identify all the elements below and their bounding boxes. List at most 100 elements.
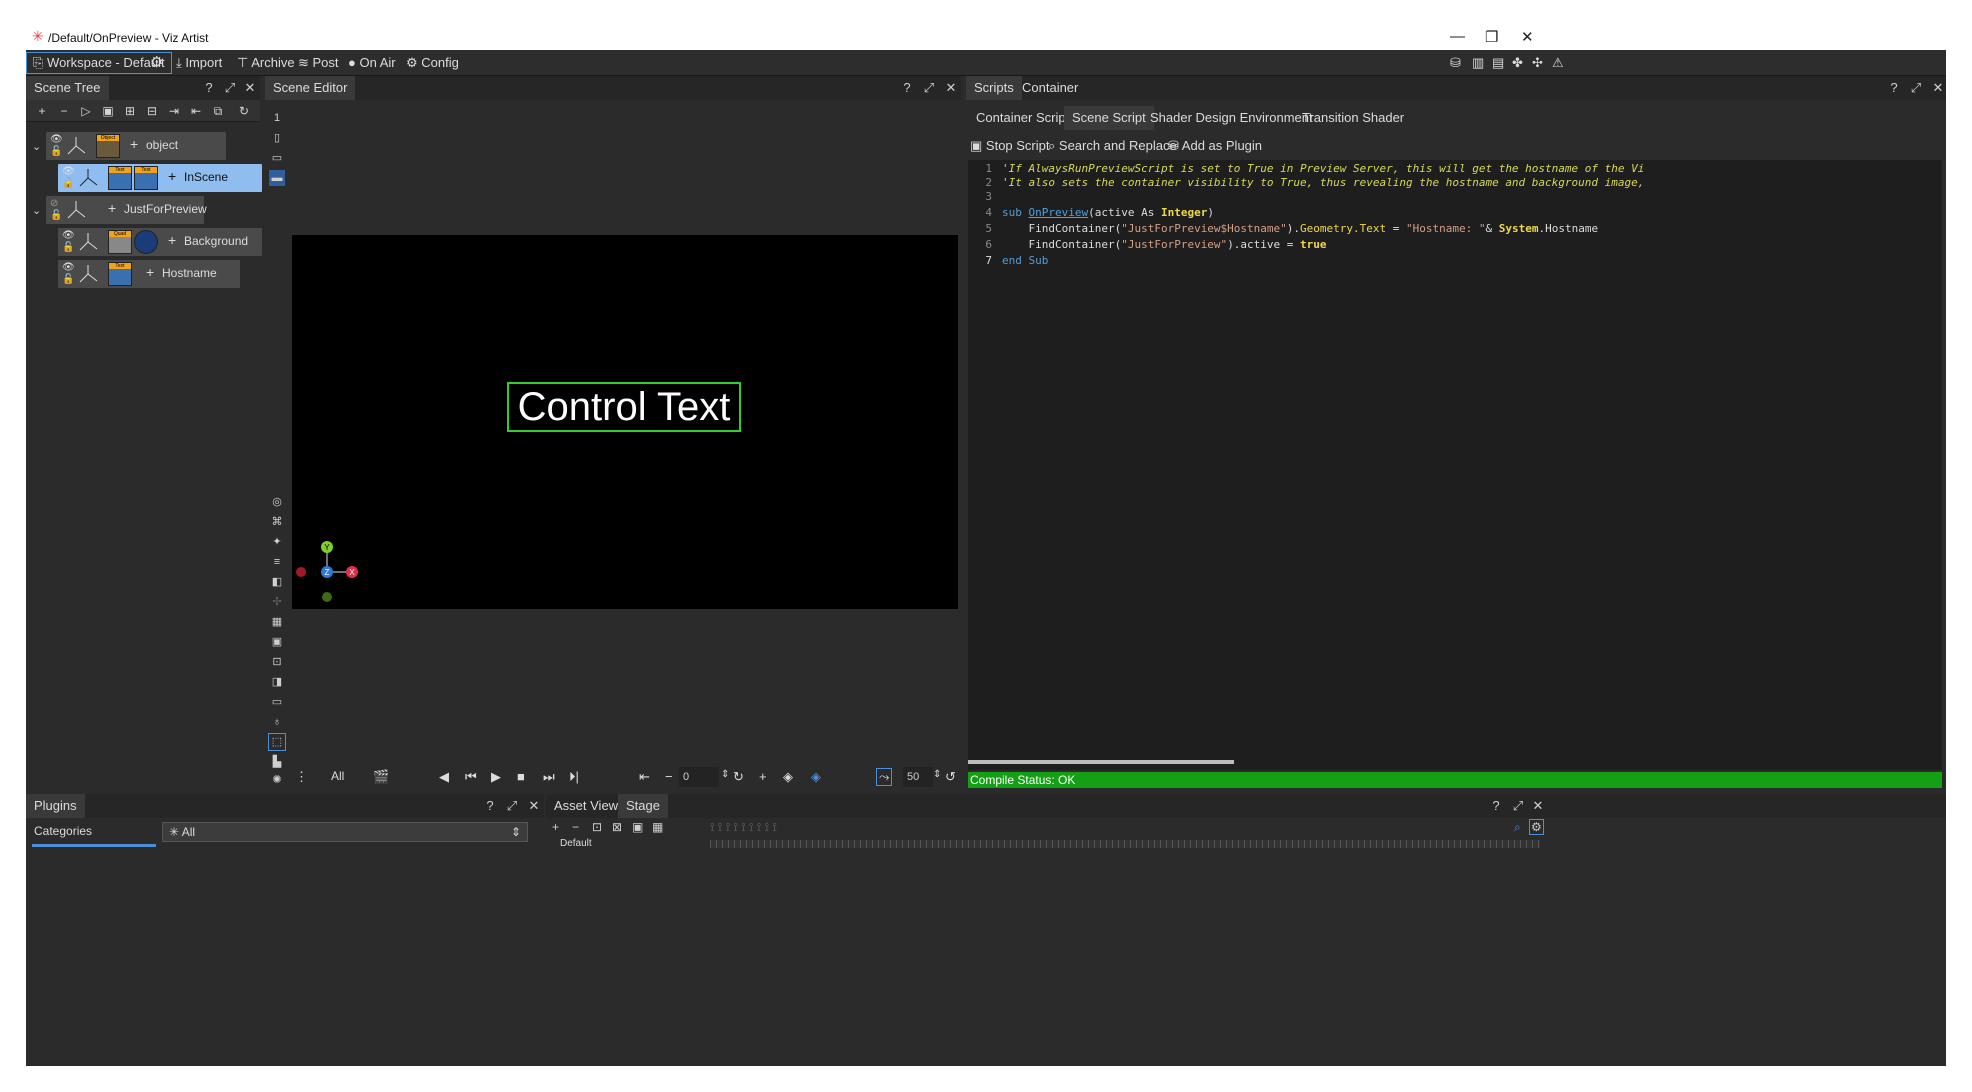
lock-icon[interactable]: 🔓 — [62, 178, 74, 189]
render-viewport[interactable]: Control Text Y Z X — [292, 235, 958, 609]
plus-icon[interactable]: + — [168, 168, 176, 184]
tab-asset-view[interactable]: Asset View — [546, 794, 626, 818]
tree-node-object[interactable]: 👁 🔓 Object + object — [46, 132, 226, 160]
maximize-icon[interactable]: ⤢ — [921, 80, 937, 96]
viewport-control-text[interactable]: Control Text — [507, 382, 741, 432]
gear-settings-icon[interactable]: ⚙ — [150, 54, 163, 72]
spin-icon[interactable]: ⇕ — [721, 769, 729, 780]
subtab-transition-shader[interactable]: Transition Shader — [1294, 106, 1412, 130]
tab-stage[interactable]: Stage — [618, 794, 668, 818]
light-icon[interactable]: ✦ — [269, 534, 285, 550]
close-panel-icon[interactable]: ✕ — [1930, 80, 1946, 96]
close-panel-icon[interactable]: ✕ — [242, 80, 258, 96]
menu-archive[interactable]: ⊤ Archive — [237, 54, 295, 72]
media-icon[interactable]: ▤ — [1492, 54, 1504, 72]
visibility-eye-icon[interactable]: 👁 — [62, 230, 75, 241]
tab-scene-tree[interactable]: Scene Tree — [26, 76, 109, 100]
channel-icon[interactable]: ▣ — [632, 820, 643, 834]
snapshot-icon[interactable]: ◎ — [269, 494, 285, 510]
tree-collapse-icon[interactable]: ⊟ — [144, 103, 160, 119]
tree-node-justforpreview[interactable]: ⊘ 🔓 + JustForPreview — [46, 196, 207, 224]
warning-icon[interactable]: ⚠ — [1552, 54, 1564, 72]
search-replace-button[interactable]: ⌕ Search and Replace — [1048, 138, 1177, 154]
loop-icon[interactable]: ↻ — [733, 769, 744, 785]
menu-post[interactable]: ≋ Post — [298, 54, 339, 72]
help-icon[interactable]: ? — [201, 80, 217, 96]
actor-icon[interactable]: ⊠ — [612, 820, 622, 834]
camera-icon[interactable]: ⌘ — [269, 514, 285, 530]
expand-chevron-icon[interactable]: ⌄ — [32, 204, 41, 217]
hidden-eye-icon[interactable]: ⊘ — [50, 198, 58, 209]
stop-icon[interactable]: ■ — [517, 769, 525, 784]
outdent-icon[interactable]: ⇤ — [188, 103, 204, 119]
close-panel-icon[interactable]: ✕ — [526, 798, 542, 814]
keyframe-prev-icon[interactable]: ⇤ — [639, 769, 650, 785]
zoom-field[interactable]: 50 — [903, 767, 933, 787]
menu-config[interactable]: ⚙ Config — [406, 54, 459, 72]
keyframe-icon[interactable]: ▦ — [652, 820, 663, 834]
tab-plugins[interactable]: Plugins — [26, 794, 85, 818]
menu-import[interactable]: ⤓ Import — [176, 54, 222, 72]
step-back-icon[interactable]: ⏮ — [465, 769, 477, 785]
director-default[interactable]: Default — [560, 838, 592, 849]
restore-button[interactable]: ❐ — [1485, 28, 1498, 46]
layer-front-icon[interactable]: ▯ — [269, 130, 285, 146]
add-icon[interactable]: + — [552, 820, 559, 834]
plus-icon[interactable]: + — [108, 200, 116, 216]
lock-icon[interactable]: 🔓 — [62, 274, 74, 285]
script-editor[interactable]: 1 2 3 4 5 6 7 'If AlwaysRunPreviewScript… — [968, 160, 1942, 770]
plugin-icon[interactable]: ✣ — [1532, 54, 1543, 72]
frame-field[interactable]: 0 — [679, 767, 719, 787]
plus-icon[interactable]: + — [168, 232, 176, 248]
help-icon[interactable]: ? — [482, 798, 498, 814]
split-icon[interactable]: ◨ — [269, 674, 285, 690]
visibility-eye-icon[interactable]: 👁 — [50, 134, 63, 145]
link-icon[interactable]: ⧉ — [210, 103, 226, 119]
step-forward-icon[interactable]: ⏭ — [543, 769, 555, 785]
tab-container[interactable]: Container — [1014, 76, 1086, 100]
play-icon[interactable]: ▶ — [491, 769, 501, 785]
axis-gizmo[interactable]: Y Z X — [292, 535, 372, 605]
maximize-icon[interactable]: ⤢ — [222, 80, 238, 96]
close-button[interactable]: ✕ — [1521, 28, 1534, 46]
subtab-container-script[interactable]: Container Script — [968, 106, 1077, 130]
contrast-icon[interactable]: ◧ — [269, 574, 285, 590]
refresh-icon[interactable]: ↻ — [236, 103, 252, 119]
bulb-icon[interactable]: ♁ — [269, 714, 285, 730]
minus-icon[interactable]: − — [665, 769, 673, 784]
rectangle-icon[interactable]: ▭ — [269, 694, 285, 710]
stop-script-button[interactable]: ▣ Stop Script — [970, 138, 1050, 154]
tree-node-inscene[interactable]: 👁 🔓 Text Text + InScene — [58, 164, 262, 192]
close-panel-icon[interactable]: ✕ — [1530, 798, 1546, 814]
keyframe-icon[interactable]: ◈ — [783, 769, 793, 785]
lock-icon[interactable]: 🔓 — [50, 210, 62, 221]
code-token[interactable]: OnPreview — [1029, 206, 1089, 219]
fan-icon[interactable]: ✤ — [1512, 54, 1523, 72]
help-icon[interactable]: ? — [899, 80, 915, 96]
key-tool-icon[interactable]: ⟟ ⟟ ⟟ ⟟ ⟟ ⟟ ⟟ ⟟ ⟟ — [710, 820, 777, 835]
minimize-button[interactable]: — — [1450, 28, 1465, 45]
stage-timeline[interactable] — [710, 840, 1540, 848]
close-panel-icon[interactable]: ✕ — [943, 80, 959, 96]
help-icon[interactable]: ? — [1886, 80, 1902, 96]
maximize-icon[interactable]: ⤢ — [504, 798, 520, 814]
search-icon[interactable]: ⌕ — [1514, 820, 1521, 835]
settings-icon[interactable]: ⚙ — [1529, 819, 1544, 835]
end-icon[interactable]: ⏵| — [569, 769, 579, 785]
maximize-icon[interactable]: ⤢ — [1510, 798, 1526, 814]
transform-icon[interactable]: ✢ — [269, 594, 285, 610]
help-icon[interactable]: ? — [1488, 798, 1504, 814]
database-icon[interactable]: ⛁ — [1450, 54, 1461, 72]
expand-chevron-icon[interactable]: ⌄ — [32, 140, 41, 153]
tree-expand-icon[interactable]: ⊞ — [122, 103, 138, 119]
spin-icon[interactable]: ⇕ — [933, 769, 941, 780]
horizontal-scrollbar[interactable] — [968, 760, 1234, 764]
tree-node-background[interactable]: 👁 🔓 Quad + Background — [58, 228, 262, 256]
frame-icon[interactable]: ▣ — [269, 634, 285, 650]
lock-icon[interactable]: 🔓 — [50, 146, 62, 157]
lock-icon[interactable]: 🔓 — [62, 242, 74, 253]
subtab-scene-script[interactable]: Scene Script — [1064, 106, 1154, 130]
layer-main-icon[interactable]: ▭ — [269, 150, 285, 166]
group-icon[interactable]: ▣ — [100, 103, 116, 119]
visibility-eye-icon[interactable]: 👁 — [62, 166, 75, 177]
